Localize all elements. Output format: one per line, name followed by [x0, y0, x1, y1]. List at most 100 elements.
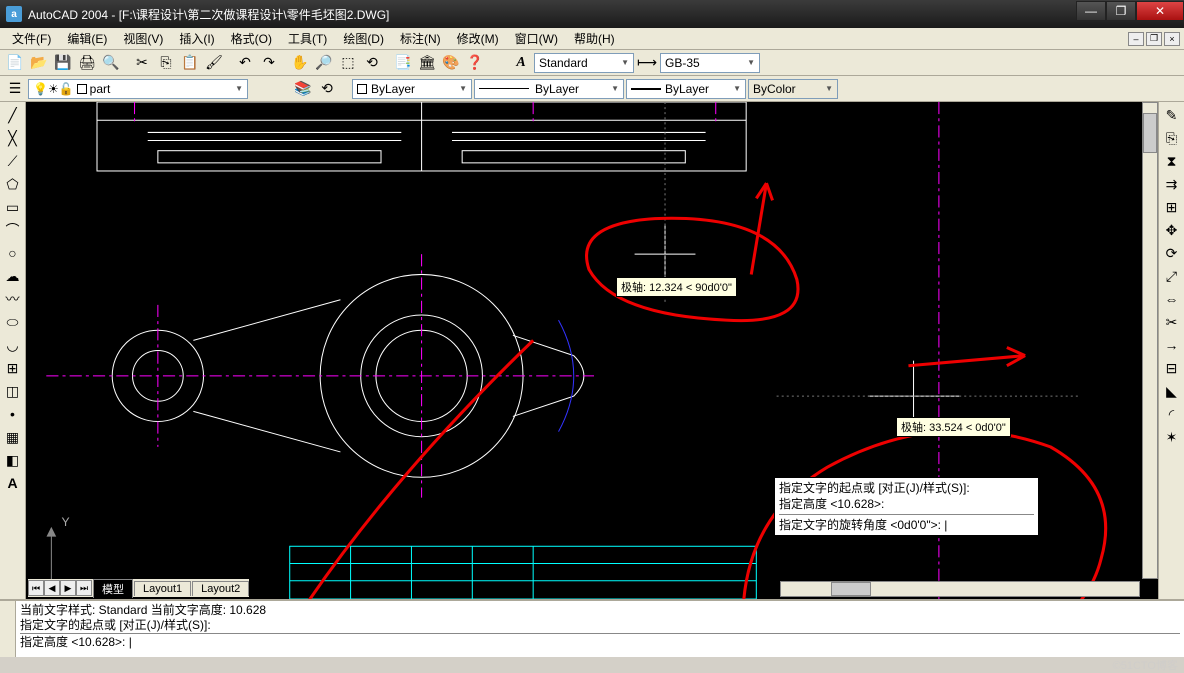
linetype-combo[interactable]: ByLayer▼ [474, 79, 624, 99]
menu-tools[interactable]: 工具(T) [280, 28, 335, 49]
designcenter-icon[interactable]: 🏛 [416, 52, 438, 74]
properties-icon[interactable]: 📑 [392, 52, 414, 74]
fillet-tool-icon[interactable]: ◜ [1161, 403, 1183, 425]
block-tool-icon[interactable]: ◫ [2, 380, 24, 402]
break-tool-icon[interactable]: ⊟ [1161, 357, 1183, 379]
layer-combo[interactable]: 💡 ☀ 🔓 part ▼ [28, 79, 248, 99]
copy-tool-icon[interactable]: ⎘ [1161, 127, 1183, 149]
menu-modify[interactable]: 修改(M) [449, 28, 507, 49]
menu-window[interactable]: 窗口(W) [507, 28, 566, 49]
zoom-realtime-icon[interactable]: 🔎 [313, 52, 335, 74]
scale-tool-icon[interactable]: ⤢ [1161, 265, 1183, 287]
line-tool-icon[interactable]: ╱ [2, 104, 24, 126]
lineweight-combo[interactable]: ByLayer▼ [626, 79, 746, 99]
window-close-button[interactable]: ✕ [1136, 1, 1184, 21]
xline-tool-icon[interactable]: ╳ [2, 127, 24, 149]
scroll-thumb[interactable] [1143, 113, 1157, 153]
revcloud-tool-icon[interactable]: ☁ [2, 265, 24, 287]
textstyle-icon[interactable]: A [510, 52, 532, 74]
array-tool-icon[interactable]: ⊞ [1161, 196, 1183, 218]
tab-layout1[interactable]: Layout1 [134, 581, 191, 596]
scroll-thumb[interactable] [831, 582, 871, 596]
menu-draw[interactable]: 绘图(D) [335, 28, 392, 49]
mtext-tool-icon[interactable]: A [2, 472, 24, 494]
dimstyle-icon[interactable]: ⟼ [636, 52, 658, 74]
menu-view[interactable]: 视图(V) [115, 28, 171, 49]
ellipsearc-tool-icon[interactable]: ◡ [2, 334, 24, 356]
stretch-tool-icon[interactable]: ⇔ [1161, 288, 1183, 310]
menu-file[interactable]: 文件(F) [4, 28, 59, 49]
rotate-tool-icon[interactable]: ⟳ [1161, 242, 1183, 264]
drawing-canvas[interactable]: Y X 极轴: 12.324 < 90d0'0" 极轴: 33.524 < 0d… [26, 102, 1158, 599]
chamfer-tool-icon[interactable]: ◣ [1161, 380, 1183, 402]
explode-tool-icon[interactable]: ✶ [1161, 426, 1183, 448]
window-minimize-button[interactable]: — [1076, 1, 1106, 21]
spline-tool-icon[interactable]: 〰 [2, 288, 24, 310]
command-grip[interactable] [0, 601, 16, 657]
move-tool-icon[interactable]: ✥ [1161, 219, 1183, 241]
menu-edit[interactable]: 编辑(E) [59, 28, 115, 49]
rect-tool-icon[interactable]: ▭ [2, 196, 24, 218]
menu-format[interactable]: 格式(O) [223, 28, 280, 49]
toolpalette-icon[interactable]: 🎨 [440, 52, 462, 74]
tab-next-button[interactable]: ▶ [60, 580, 76, 596]
color-combo[interactable]: ByLayer▼ [352, 79, 472, 99]
layerprops-icon[interactable]: ☰ [4, 78, 26, 100]
erase-tool-icon[interactable]: ✎ [1161, 104, 1183, 126]
matchprop-icon[interactable]: 🖌 [203, 52, 225, 74]
dynamic-input-prompt[interactable]: 指定文字的起点或 [对正(J)/样式(S)]: 指定高度 <10.628>: 指… [774, 477, 1039, 536]
doc-restore-button[interactable]: ❐ [1146, 32, 1162, 46]
dimstyle-value: GB-35 [665, 56, 700, 70]
dimstyle-combo[interactable]: GB-35▼ [660, 53, 760, 73]
command-history[interactable]: 当前文字样式: Standard 当前文字高度: 10.628 指定文字的起点或… [16, 601, 1184, 657]
doc-minimize-button[interactable]: – [1128, 32, 1144, 46]
menu-dimension[interactable]: 标注(N) [392, 28, 449, 49]
open-icon[interactable]: 📂 [28, 52, 50, 74]
doc-close-button[interactable]: × [1164, 32, 1180, 46]
window-maximize-button[interactable]: ❐ [1106, 1, 1136, 21]
plot-icon[interactable]: 🖨 [76, 52, 98, 74]
help-icon[interactable]: ❓ [464, 52, 486, 74]
tab-last-button[interactable]: ⏭ [76, 580, 92, 596]
layer-manager-icon[interactable]: 📚 [292, 78, 314, 100]
new-icon[interactable]: 📄 [4, 52, 26, 74]
offset-tool-icon[interactable]: ⇉ [1161, 173, 1183, 195]
zoom-prev-icon[interactable]: ⟲ [361, 52, 383, 74]
vertical-scrollbar[interactable] [1142, 102, 1158, 579]
undo-icon[interactable]: ↶ [234, 52, 256, 74]
horizontal-scrollbar[interactable] [780, 581, 1140, 597]
polygon-tool-icon[interactable]: ⬠ [2, 173, 24, 195]
cmd-line-1: 当前文字样式: Standard 当前文字高度: 10.628 [20, 603, 1180, 618]
pline-tool-icon[interactable]: ⟋ [2, 150, 24, 172]
cut-icon[interactable]: ✂ [131, 52, 153, 74]
tab-layout2[interactable]: Layout2 [192, 581, 249, 596]
insert-tool-icon[interactable]: ⊞ [2, 357, 24, 379]
extend-tool-icon[interactable]: → [1161, 334, 1183, 356]
point-tool-icon[interactable]: • [2, 403, 24, 425]
mirror-tool-icon[interactable]: ⧗ [1161, 150, 1183, 172]
preview-icon[interactable]: 🔍 [100, 52, 122, 74]
menu-insert[interactable]: 插入(I) [171, 28, 222, 49]
plotstyle-combo[interactable]: ByColor▼ [748, 79, 838, 99]
save-icon[interactable]: 💾 [52, 52, 74, 74]
region-tool-icon[interactable]: ◧ [2, 449, 24, 471]
zoom-window-icon[interactable]: ⬚ [337, 52, 359, 74]
trim-tool-icon[interactable]: ✂ [1161, 311, 1183, 333]
layer-prev-icon[interactable]: ⟲ [316, 78, 338, 100]
tab-first-button[interactable]: ⏮ [28, 580, 44, 596]
window-title: AutoCAD 2004 - [F:\课程设计\第二次做课程设计\零件毛坯图2.… [28, 6, 1076, 23]
tab-prev-button[interactable]: ◀ [44, 580, 60, 596]
pan-icon[interactable]: ✋ [289, 52, 311, 74]
circle-tool-icon[interactable]: ○ [2, 242, 24, 264]
menu-help[interactable]: 帮助(H) [566, 28, 623, 49]
arc-tool-icon[interactable]: ⌒ [2, 219, 24, 241]
textstyle-combo[interactable]: Standard▼ [534, 53, 634, 73]
command-input[interactable]: 指定高度 <10.628>: | [20, 633, 1180, 651]
sun-icon: ☀ [48, 82, 59, 96]
paste-icon[interactable]: 📋 [179, 52, 201, 74]
copy-icon[interactable]: ⎘ [155, 52, 177, 74]
tab-model[interactable]: 模型 [93, 579, 133, 598]
hatch-tool-icon[interactable]: ▦ [2, 426, 24, 448]
ellipse-tool-icon[interactable]: ⬭ [2, 311, 24, 333]
redo-icon[interactable]: ↷ [258, 52, 280, 74]
